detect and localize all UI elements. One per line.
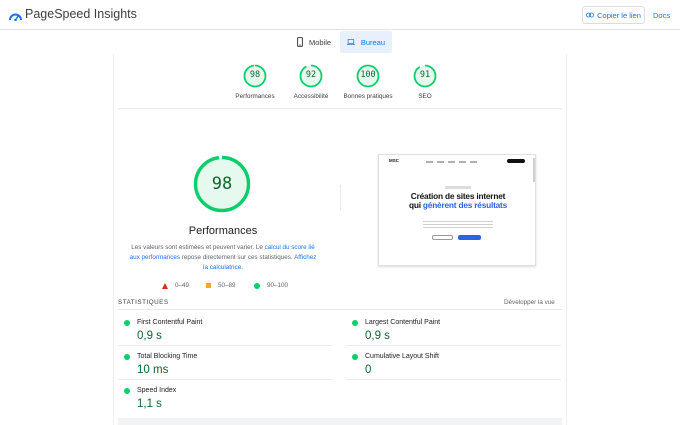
preview-tag: [445, 186, 471, 189]
copy-link-button[interactable]: Copier le lien: [582, 6, 645, 24]
preview-cta: [507, 159, 525, 163]
desc-text: repose directement sur ces statistiques.: [180, 254, 295, 261]
metric-fcp: First Contentful Paint 0,9 s: [118, 312, 333, 346]
legend-average-label: 50–89: [218, 282, 236, 289]
page-screenshot-preview[interactable]: MSC Création de sites internet qui génèr…: [378, 154, 536, 266]
legend-fail: 0–49: [162, 282, 189, 289]
gauge-label: Performances: [235, 93, 275, 100]
preview-paragraph: [423, 221, 493, 230]
pass-circle-icon: [124, 354, 130, 360]
copy-link-label: Copier le lien: [597, 10, 641, 20]
preview-headline-line: qui: [408, 200, 423, 210]
gauge-score: 98: [249, 70, 261, 80]
metric-value: 1,1 s: [137, 398, 162, 410]
gauge-score: 91: [419, 70, 431, 80]
metric-value: 0: [365, 364, 372, 376]
gauge-seo[interactable]: 91 SEO: [395, 64, 455, 100]
performance-score: 98: [211, 174, 233, 194]
phone-icon: [297, 37, 303, 47]
triangle-icon: [162, 282, 168, 289]
desc-text: Les valeurs sont estimées et peuvent var…: [131, 244, 265, 251]
metric-value: 10 ms: [137, 364, 169, 376]
pass-circle-icon: [124, 388, 130, 394]
metric-name: Total Blocking Time: [137, 353, 198, 360]
metric-name: Largest Contentful Paint: [365, 319, 441, 326]
divider: [118, 108, 562, 109]
gauge-performance[interactable]: 98 Performances: [225, 64, 285, 100]
vertical-divider: [340, 185, 341, 210]
expand-view-link[interactable]: Développer la vue: [504, 299, 555, 306]
gauge-score: 100: [360, 70, 376, 80]
desc-text: .: [241, 264, 243, 271]
audit-filter-bar: [118, 418, 562, 425]
legend-pass-label: 90–100: [267, 282, 289, 289]
square-icon: [206, 283, 211, 288]
legend-pass: 90–100: [254, 282, 288, 289]
link-icon: [586, 12, 595, 18]
gauge-label: Bonnes pratiques: [343, 93, 393, 100]
performance-title: Performances: [188, 225, 258, 237]
brand-title[interactable]: PageSpeed Insights: [25, 7, 137, 21]
metric-name: First Contentful Paint: [137, 319, 203, 326]
legend-fail-label: 0–49: [175, 282, 190, 289]
divider: [346, 379, 561, 380]
tab-mobile-label: Mobile: [309, 37, 332, 47]
top-header: PageSpeed Insights Copier le lien Docs: [0, 0, 680, 30]
tab-desktop-label: Bureau: [360, 37, 385, 47]
performance-description: Les valeurs sont estimées et peuvent var…: [128, 243, 318, 273]
preview-button-primary: [458, 235, 481, 240]
preview-logo: MSC: [389, 158, 399, 163]
metric-name: Cumulative Layout Shift: [365, 353, 439, 360]
gauge-best-practices[interactable]: 100 Bonnes pratiques: [338, 64, 398, 100]
pass-circle-icon: [124, 320, 130, 326]
preview-scrollbar: [533, 158, 535, 182]
pagespeed-logo-icon[interactable]: [9, 9, 22, 21]
metric-cls: Cumulative Layout Shift 0: [346, 346, 561, 380]
circle-icon: [254, 282, 260, 289]
legend-average: 50–89: [206, 282, 236, 289]
laptop-icon: [347, 39, 355, 45]
metric-value: 0,9 s: [137, 330, 162, 342]
tab-mobile[interactable]: Mobile: [290, 31, 338, 53]
divider: [118, 309, 562, 310]
stats-title: STATISTIQUES: [118, 299, 169, 306]
preview-headline: Création de sites internet qui génèrent …: [383, 192, 533, 210]
gauge-accessibility[interactable]: 92 Accessibilité: [281, 64, 341, 100]
metric-speed-index: Speed Index 1,1 s: [118, 380, 333, 414]
metric-lcp: Largest Contentful Paint 0,9 s: [346, 312, 561, 346]
pass-circle-icon: [352, 320, 358, 326]
preview-headline-accent: génèrent des résultats: [422, 200, 508, 210]
gauge-label: Accessibilité: [293, 93, 329, 100]
metric-name: Speed Index: [137, 387, 177, 394]
gauge-label: SEO: [418, 93, 432, 100]
metric-value: 0,9 s: [365, 330, 390, 342]
preview-nav: [426, 161, 477, 163]
docs-link[interactable]: Docs: [653, 11, 670, 20]
preview-button-secondary: [432, 235, 453, 240]
pass-circle-icon: [352, 354, 358, 360]
tab-desktop[interactable]: Bureau: [340, 31, 392, 53]
metric-tbt: Total Blocking Time 10 ms: [118, 346, 333, 380]
gauge-score: 92: [305, 70, 317, 80]
